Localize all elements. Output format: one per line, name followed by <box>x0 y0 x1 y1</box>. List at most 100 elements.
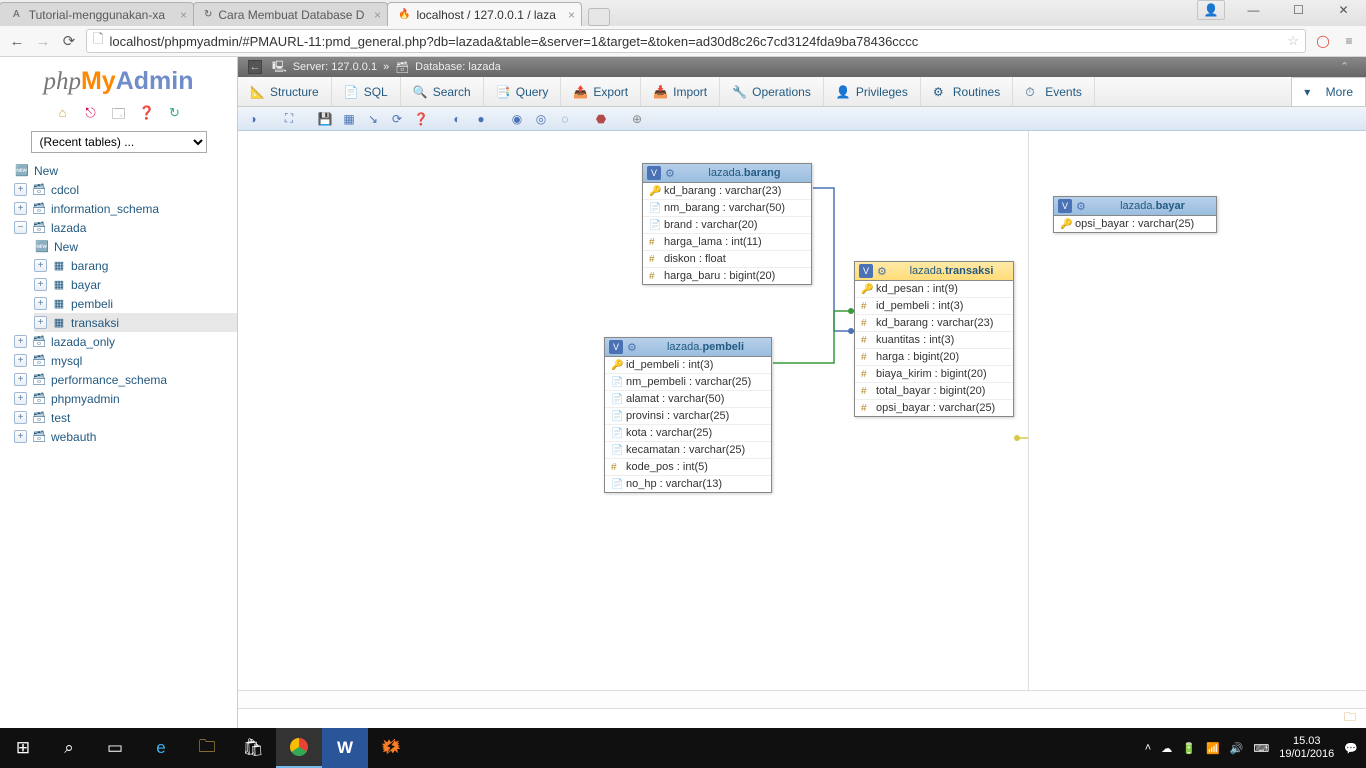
designer-canvas[interactable]: V⚙lazada.barang🔑kd_barang : varchar(23)📄… <box>238 131 1028 690</box>
tab-query[interactable]: 📑Query <box>484 77 562 106</box>
column-row[interactable]: 📄brand : varchar(20) <box>643 217 811 234</box>
tree-db-phpmyadmin[interactable]: +🗃phpmyadmin <box>14 389 237 408</box>
back-button[interactable]: ← <box>8 32 26 50</box>
tab-close-icon[interactable]: × <box>374 8 381 22</box>
column-row[interactable]: 📄kota : varchar(25) <box>605 425 771 442</box>
breadcrumb-server[interactable]: Server: 127.0.0.1 <box>293 61 377 73</box>
tab-import[interactable]: 📥Import <box>641 77 720 106</box>
column-row[interactable]: 🔑kd_pesan : int(9) <box>855 281 1013 298</box>
column-row[interactable]: #total_bayar : bigint(20) <box>855 383 1013 400</box>
column-row[interactable]: #diskon : float <box>643 251 811 268</box>
start-button[interactable]: ⊞ <box>0 728 46 768</box>
tab-privileges[interactable]: 👤Privileges <box>824 77 921 106</box>
expand-toggle-icon[interactable]: + <box>14 392 27 405</box>
column-row[interactable]: 📄alamat : varchar(50) <box>605 391 771 408</box>
table-v-icon[interactable]: V <box>1058 199 1072 213</box>
battery-icon[interactable]: 🔋 <box>1182 742 1196 755</box>
notifications-icon[interactable]: 💬 <box>1344 742 1358 755</box>
expand-toggle-icon[interactable]: + <box>34 316 47 329</box>
toggle-left-icon[interactable]: ◑ <box>244 110 262 128</box>
column-row[interactable]: 📄nm_pembeli : varchar(25) <box>605 374 771 391</box>
breadcrumb-db[interactable]: Database: lazada <box>415 61 501 73</box>
table-gear-icon[interactable]: ⚙ <box>627 341 640 354</box>
table-v-icon[interactable]: V <box>859 264 873 278</box>
small-all-icon[interactable]: ◎ <box>532 110 550 128</box>
url-input[interactable]: 🗋 localhost/phpmyadmin/#PMAURL-11:pmd_ge… <box>86 29 1306 53</box>
sql-query-icon[interactable]: 🗔 <box>111 105 127 121</box>
column-row[interactable]: #harga_lama : int(11) <box>643 234 811 251</box>
home-icon[interactable]: ⌂ <box>55 105 71 121</box>
column-row[interactable]: 📄nm_barang : varchar(50) <box>643 200 811 217</box>
column-row[interactable]: #harga : bigint(20) <box>855 349 1013 366</box>
maximize-button[interactable]: ☐ <box>1276 0 1321 20</box>
tree-table-barang[interactable]: +▦barang <box>34 256 237 275</box>
logout-icon[interactable]: ⎋ <box>83 105 99 121</box>
tab-structure[interactable]: 📐Structure <box>238 77 332 106</box>
tray-up-icon[interactable]: ˄ <box>1145 742 1151 754</box>
recent-tables-select[interactable]: (Recent tables) ... <box>31 131 207 153</box>
designer-table-transaksi[interactable]: V⚙lazada.transaksi🔑kd_pesan : int(9)#id_… <box>854 261 1014 417</box>
browser-tab[interactable]: 🔥localhost / 127.0.0.1 / laza× <box>387 2 582 26</box>
table-gear-icon[interactable]: ⚙ <box>1076 200 1089 213</box>
column-row[interactable]: #id_pembeli : int(3) <box>855 298 1013 315</box>
tab-export[interactable]: 📤Export <box>561 77 641 106</box>
tree-db-information_schema[interactable]: +🗃information_schema <box>14 199 237 218</box>
xampp-icon[interactable]: 🗱 <box>368 728 414 768</box>
help-icon[interactable]: ❓ <box>412 110 430 128</box>
tree-db-mysql[interactable]: +🗃mysql <box>14 351 237 370</box>
tree-table-pembeli[interactable]: +▦pembeli <box>34 294 237 313</box>
forward-button[interactable]: → <box>34 32 52 50</box>
browser-tab[interactable]: ATutorial-menggunakan-xa× <box>0 2 194 26</box>
tab-close-icon[interactable]: × <box>180 8 187 22</box>
relation-icon[interactable]: ↘ <box>364 110 382 128</box>
expand-toggle-icon[interactable]: − <box>14 221 27 234</box>
tree-db-performance_schema[interactable]: +🗃performance_schema <box>14 370 237 389</box>
column-row[interactable]: #kuantitas : int(3) <box>855 332 1013 349</box>
tree-table-bayar[interactable]: +▦bayar <box>34 275 237 294</box>
tab-search[interactable]: 🔍Search <box>401 77 484 106</box>
docs-icon[interactable]: ❓ <box>139 105 155 121</box>
tree-db-cdcol[interactable]: +🗃cdcol <box>14 180 237 199</box>
save-icon[interactable]: 💾 <box>316 110 334 128</box>
tab-operations[interactable]: 🔧Operations <box>720 77 824 106</box>
bookmark-star-icon[interactable]: ☆ <box>1287 33 1299 49</box>
edge-icon[interactable]: e <box>138 728 184 768</box>
volume-icon[interactable]: 🔊 <box>1230 742 1244 755</box>
column-row[interactable]: 🔑kd_barang : varchar(23) <box>643 183 811 200</box>
tree-db-lazada[interactable]: −🗃lazada <box>14 218 237 237</box>
direct-icon[interactable]: ● <box>472 110 490 128</box>
column-row[interactable]: 📄provinsi : varchar(25) <box>605 408 771 425</box>
table-gear-icon[interactable]: ⚙ <box>877 265 890 278</box>
keyboard-icon[interactable]: ⌨ <box>1253 742 1269 755</box>
expand-toggle-icon[interactable]: + <box>14 335 27 348</box>
tree-db-lazada_only[interactable]: +🗃lazada_only <box>14 332 237 351</box>
tree-db-test[interactable]: +🗃test <box>14 408 237 427</box>
chrome-taskbar-icon[interactable] <box>276 728 322 768</box>
minimize-button[interactable]: — <box>1231 0 1276 20</box>
reload-tables-icon[interactable]: ⟳ <box>388 110 406 128</box>
designer-table-bayar[interactable]: V⚙lazada.bayar🔑opsi_bayar : varchar(25) <box>1053 196 1217 233</box>
column-row[interactable]: #biaya_kirim : bigint(20) <box>855 366 1013 383</box>
reload-button[interactable]: ⟳ <box>60 32 78 50</box>
table-header[interactable]: V⚙lazada.pembeli <box>605 338 771 357</box>
column-row[interactable]: #opsi_bayar : varchar(25) <box>855 400 1013 416</box>
table-header[interactable]: V⚙lazada.barang <box>643 164 811 183</box>
chrome-user-icon[interactable]: 👤 <box>1197 0 1225 20</box>
grid-snap-icon[interactable]: ◉ <box>508 110 526 128</box>
expand-toggle-icon[interactable]: + <box>14 354 27 367</box>
tab-events[interactable]: ⏱Events <box>1013 77 1095 106</box>
chrome-menu-icon[interactable]: ≡ <box>1340 32 1358 50</box>
column-row[interactable]: 📄no_hp : varchar(13) <box>605 476 771 492</box>
tree-db-webauth[interactable]: +🗃webauth <box>14 427 237 446</box>
expand-toggle-icon[interactable]: + <box>14 411 27 424</box>
collapse-sidebar-icon[interactable]: ← <box>248 60 262 74</box>
new-tab-button[interactable] <box>588 8 610 26</box>
collapse-top-icon[interactable]: ⌃ <box>1340 60 1356 74</box>
tab-close-icon[interactable]: × <box>568 8 575 22</box>
expand-toggle-icon[interactable]: + <box>34 297 47 310</box>
column-row[interactable]: #kd_barang : varchar(23) <box>855 315 1013 332</box>
designer-table-pembeli[interactable]: V⚙lazada.pembeli🔑id_pembeli : int(3)📄nm_… <box>604 337 772 493</box>
browser-tab[interactable]: ↻Cara Membuat Database D× <box>193 2 388 26</box>
table-v-icon[interactable]: V <box>609 340 623 354</box>
tree-new[interactable]: 🆕 New <box>14 161 237 180</box>
